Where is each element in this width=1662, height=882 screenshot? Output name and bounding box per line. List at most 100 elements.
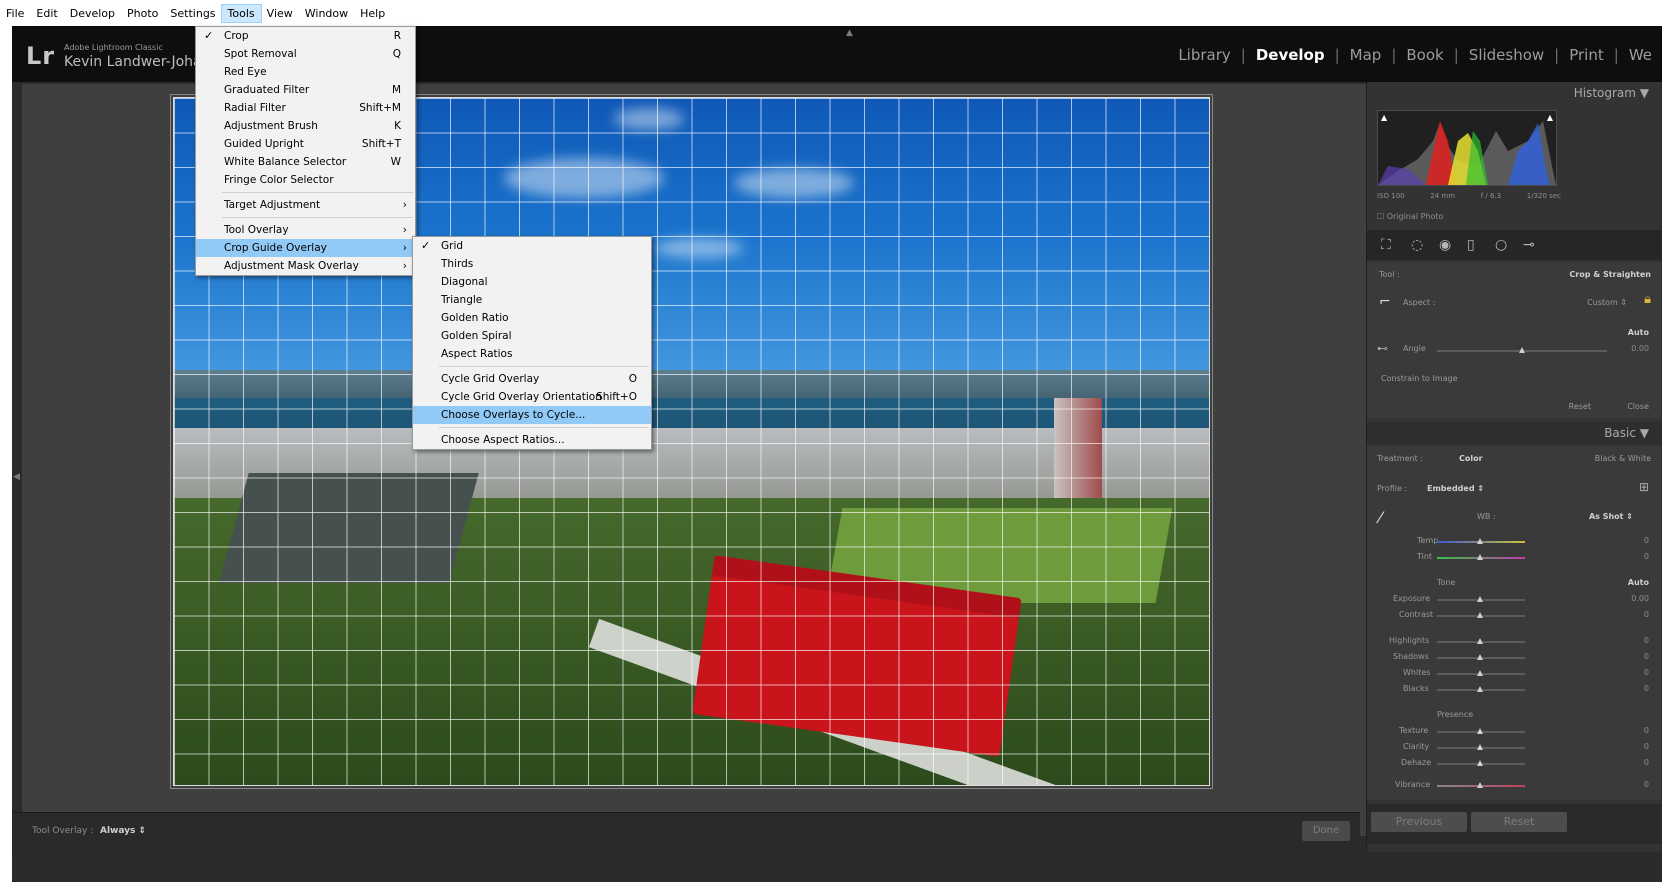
menu-tools[interactable]: Tools (220, 3, 262, 23)
exposure-slider[interactable] (1437, 596, 1525, 602)
histogram-title[interactable]: Histogram ▼ (1574, 86, 1649, 100)
treatment-color[interactable]: Color (1459, 454, 1483, 463)
aspect-select[interactable]: Custom ⇕ (1587, 298, 1627, 307)
dehaze-slider[interactable] (1437, 760, 1525, 766)
crop-reset-button[interactable]: Reset (1569, 402, 1591, 411)
shadow-clipping-icon[interactable]: ▲ (1381, 113, 1387, 122)
top-panel-toggle-icon[interactable]: ▲ (846, 28, 853, 38)
menu-item-adjustment-brush[interactable]: Adjustment Brush K (196, 117, 415, 135)
menu-item-red-eye[interactable]: Red Eye (196, 63, 415, 81)
radial-filter-icon[interactable]: ○ (1495, 237, 1507, 253)
menu-photo[interactable]: Photo (121, 5, 164, 22)
menu-item-crop[interactable]: ✓ Crop R (196, 27, 415, 45)
menu-item-adjustment-mask-overlay[interactable]: Adjustment Mask Overlay › (196, 257, 415, 275)
wb-select[interactable]: As Shot ⇕ (1589, 512, 1633, 521)
overlay-item-cycle-grid[interactable]: Cycle Grid Overlay O (413, 370, 651, 388)
menu-item-spot-removal[interactable]: Spot Removal Q (196, 45, 415, 63)
menu-edit[interactable]: Edit (30, 5, 63, 22)
clarity-value[interactable]: 0 (1644, 742, 1649, 751)
overlay-item-choose-aspect[interactable]: Choose Aspect Ratios... (413, 431, 651, 449)
temp-value[interactable]: 0 (1644, 536, 1649, 545)
crop-frame-icon[interactable]: ⌐ (1379, 294, 1391, 310)
reset-button[interactable]: Reset (1471, 812, 1567, 832)
tool-overlay-select[interactable]: Always ⇕ (100, 826, 146, 836)
angle-slider[interactable] (1437, 347, 1607, 353)
overlay-item-thirds[interactable]: Thirds (413, 255, 651, 273)
overlay-item-diagonal[interactable]: Diagonal (413, 273, 651, 291)
module-print[interactable]: Print (1559, 46, 1614, 64)
menu-view[interactable]: View (261, 5, 299, 22)
module-book[interactable]: Book (1396, 46, 1453, 64)
auto-button[interactable]: Auto (1628, 328, 1649, 337)
wb-eyedropper-icon[interactable]: ⁄ (1379, 508, 1382, 527)
basic-title[interactable]: Basic ▼ (1604, 426, 1649, 440)
left-panel-toggle-icon[interactable]: ◀ (13, 472, 20, 482)
module-map[interactable]: Map (1340, 46, 1392, 64)
lock-icon[interactable]: 🔒︎ (1644, 292, 1651, 307)
whites-slider[interactable] (1437, 670, 1525, 676)
menu-develop[interactable]: Develop (64, 5, 121, 22)
vibrance-value[interactable]: 0 (1644, 780, 1649, 789)
highlights-value[interactable]: 0 (1644, 636, 1649, 645)
clarity-slider[interactable] (1437, 744, 1525, 750)
exposure-value[interactable]: 0.00 (1631, 594, 1649, 603)
menu-item-radial-filter[interactable]: Radial Filter Shift+M (196, 99, 415, 117)
constrain-checkbox[interactable]: Constrain to Image (1381, 374, 1458, 383)
module-web[interactable]: We (1619, 46, 1662, 64)
overlay-item-golden-ratio[interactable]: Golden Ratio (413, 309, 651, 327)
overlay-item-grid[interactable]: ✓ Grid (413, 237, 651, 255)
whites-value[interactable]: 0 (1644, 668, 1649, 677)
level-icon[interactable]: ⊷ (1377, 342, 1388, 355)
contrast-slider[interactable] (1437, 612, 1525, 618)
vibrance-slider[interactable] (1437, 782, 1525, 788)
temp-slider[interactable] (1437, 538, 1525, 544)
menu-item-white-balance[interactable]: White Balance Selector W (196, 153, 415, 171)
dehaze-value[interactable]: 0 (1644, 758, 1649, 767)
overlay-item-cycle-orientation[interactable]: Cycle Grid Overlay Orientation Shift+O (413, 388, 651, 406)
crop-close-button[interactable]: Close (1627, 402, 1649, 411)
highlight-clipping-icon[interactable]: ▲ (1547, 113, 1553, 122)
highlights-slider[interactable] (1437, 638, 1525, 644)
overlay-item-choose-overlays[interactable]: Choose Overlays to Cycle... (413, 406, 651, 424)
menu-help[interactable]: Help (354, 5, 391, 22)
overlay-item-aspect-ratios[interactable]: Aspect Ratios (413, 345, 651, 363)
overlay-item-golden-spiral[interactable]: Golden Spiral (413, 327, 651, 345)
done-button[interactable]: Done (1302, 821, 1350, 841)
tone-auto-button[interactable]: Auto (1628, 578, 1649, 587)
red-eye-icon[interactable]: ◉ (1439, 237, 1451, 253)
spot-removal-icon[interactable]: ◌ (1411, 237, 1423, 253)
texture-slider[interactable] (1437, 728, 1525, 734)
menu-item-graduated-filter[interactable]: Graduated Filter M (196, 81, 415, 99)
previous-button[interactable]: Previous (1371, 812, 1467, 832)
menu-item-guided-upright[interactable]: Guided Upright Shift+T (196, 135, 415, 153)
crop-tool-icon[interactable]: ⛶ (1381, 237, 1391, 253)
module-develop[interactable]: Develop (1246, 46, 1335, 64)
angle-value[interactable]: 0.00 (1631, 344, 1649, 353)
menu-window[interactable]: Window (299, 5, 354, 22)
shadows-value[interactable]: 0 (1644, 652, 1649, 661)
menu-item-target-adjustment[interactable]: Target Adjustment › (196, 196, 415, 214)
shadows-slider[interactable] (1437, 654, 1525, 660)
blacks-value[interactable]: 0 (1644, 684, 1649, 693)
blacks-slider[interactable] (1437, 686, 1525, 692)
profile-select[interactable]: Embedded ⇕ (1427, 484, 1484, 493)
contrast-value[interactable]: 0 (1644, 610, 1649, 619)
menu-item-fringe-color[interactable]: Fringe Color Selector (196, 171, 415, 189)
graduated-filter-icon[interactable]: ▯ (1467, 237, 1475, 253)
menu-item-crop-guide-overlay[interactable]: Crop Guide Overlay › (196, 239, 415, 257)
menu-settings[interactable]: Settings (164, 5, 221, 22)
adjustment-brush-icon[interactable]: ⊸ (1523, 237, 1535, 253)
tint-value[interactable]: 0 (1644, 552, 1649, 561)
profile-browser-icon[interactable]: ⊞ (1639, 480, 1649, 494)
check-icon: ✓ (204, 29, 214, 42)
basic-panel-header[interactable]: Basic ▼ (1367, 422, 1661, 444)
module-slideshow[interactable]: Slideshow (1459, 46, 1554, 64)
menu-file[interactable]: File (0, 5, 30, 22)
original-photo-checkbox[interactable]: ☐ Original Photo (1377, 212, 1443, 221)
module-library[interactable]: Library (1168, 46, 1240, 64)
overlay-item-triangle[interactable]: Triangle (413, 291, 651, 309)
menu-item-tool-overlay[interactable]: Tool Overlay › (196, 221, 415, 239)
texture-value[interactable]: 0 (1644, 726, 1649, 735)
tint-slider[interactable] (1437, 554, 1525, 560)
treatment-bw[interactable]: Black & White (1595, 454, 1651, 463)
